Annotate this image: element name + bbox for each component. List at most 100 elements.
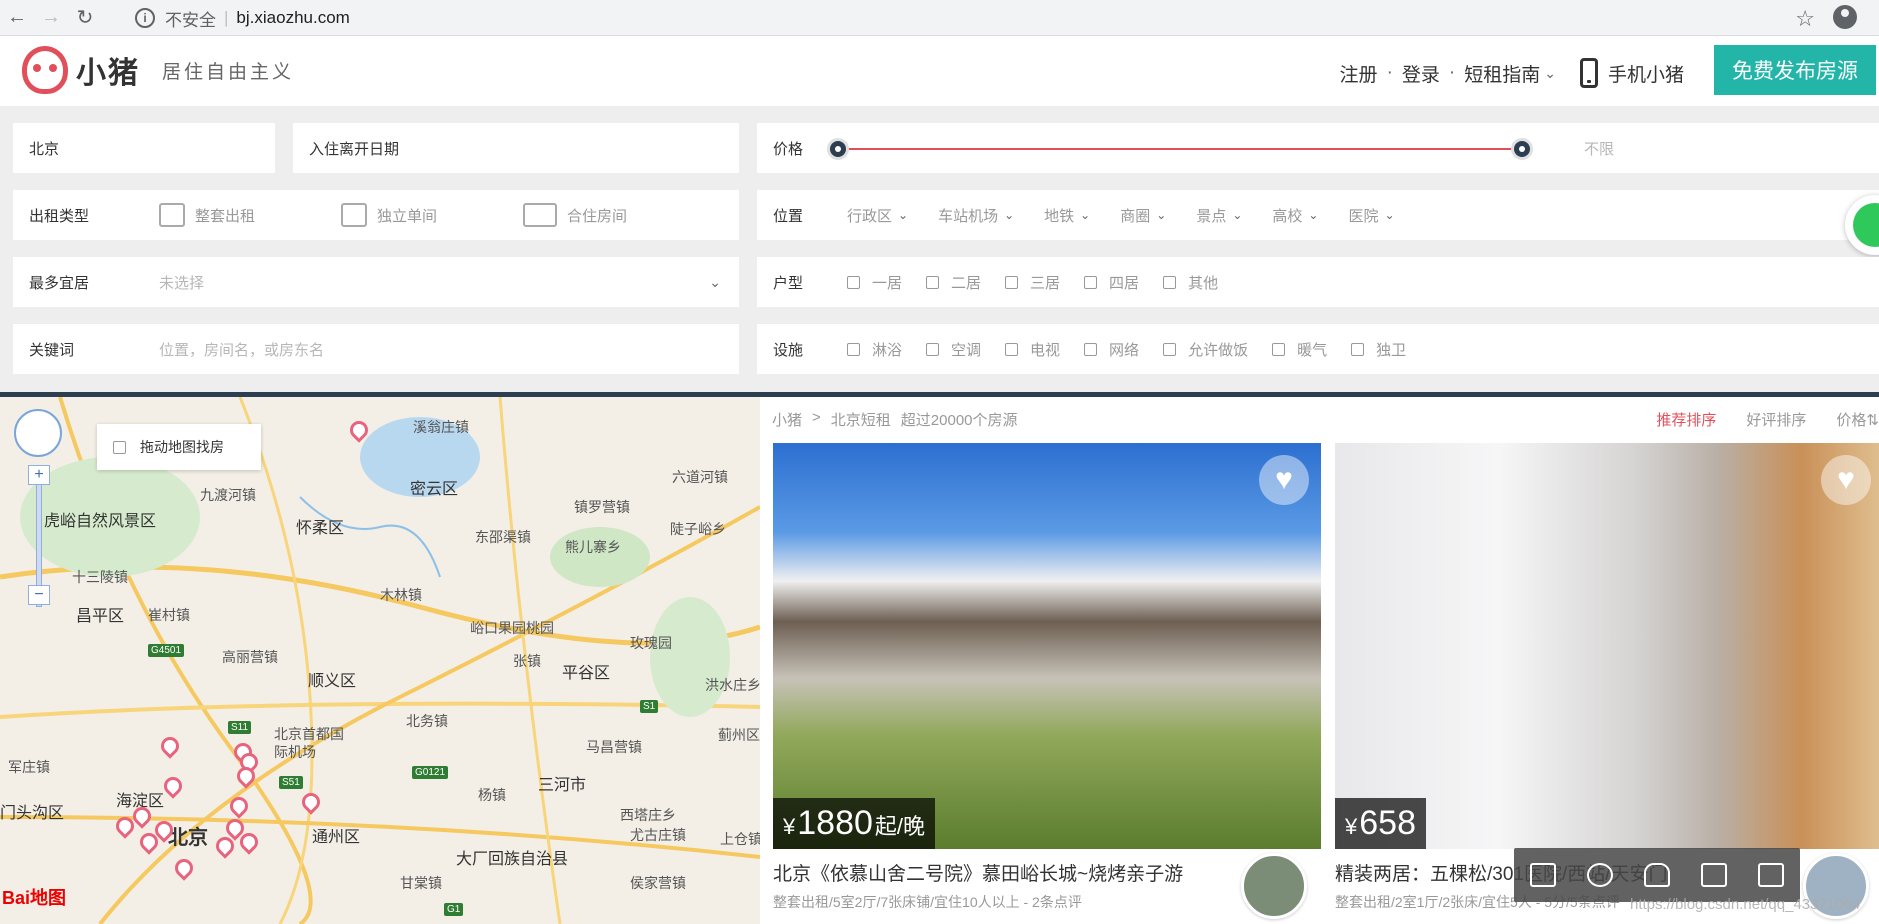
favorite-heart-icon[interactable]: ♥ xyxy=(1821,455,1871,505)
location-station[interactable]: 车站机场 ⌄ xyxy=(938,205,1014,226)
url-text[interactable]: bj.xiaozhu.com xyxy=(236,8,349,28)
location-district[interactable]: 行政区 ⌄ xyxy=(847,205,908,226)
location-sights[interactable]: 景点 ⌄ xyxy=(1196,205,1242,226)
rent-type-shared[interactable]: 合住房间 xyxy=(523,203,627,227)
facility-option[interactable]: 电视 xyxy=(1005,339,1060,360)
map-label: 通州区 xyxy=(312,829,361,846)
location-subway[interactable]: 地铁 ⌄ xyxy=(1044,205,1090,226)
checkbox[interactable] xyxy=(1272,342,1286,356)
listing-card[interactable]: ♥ ¥ 1880 起/晚 北京《依慕山舍二号院》慕田峪长城~烧烤亲子游 整套出租… xyxy=(773,443,1321,919)
layout-option[interactable]: 二居 xyxy=(926,272,981,293)
host-avatar[interactable] xyxy=(1241,853,1307,919)
zoom-in-button[interactable]: + xyxy=(28,465,50,485)
breadcrumb-home[interactable]: 小猪 xyxy=(772,409,802,430)
price-min-handle[interactable] xyxy=(827,138,849,160)
bell-icon[interactable] xyxy=(1643,863,1670,887)
site-logo[interactable]: 小猪 居住自由主义 xyxy=(22,46,294,94)
map-panel[interactable]: 溪翁庄镇 密云区 六道河镇 九渡河镇 镇罗营镇 怀柔区 虎峪自然风景区 东邵渠镇… xyxy=(0,397,760,924)
map-label: 木林镇 xyxy=(380,587,422,603)
road-badge: G0121 xyxy=(412,766,449,779)
address-bar[interactable]: i 不安全 | bj.xiaozhu.com xyxy=(135,3,1815,33)
facility-option-label: 暖气 xyxy=(1297,341,1328,359)
map-label: 洪水庄乡 xyxy=(705,677,760,693)
facility-option[interactable]: 空调 xyxy=(926,339,981,360)
keyword-field[interactable]: 关键词 位置，房间名，或房东名 xyxy=(13,324,739,374)
breadcrumb-city[interactable]: 北京短租 xyxy=(831,409,891,430)
sort-rating[interactable]: 好评排序 xyxy=(1746,409,1806,430)
feedback-icon[interactable] xyxy=(1586,863,1613,887)
favorite-heart-icon[interactable]: ♥ xyxy=(1259,455,1309,505)
layout-option[interactable]: 一居 xyxy=(847,272,902,293)
reload-icon[interactable]: ↻ xyxy=(68,4,102,32)
layout-option[interactable]: 三居 xyxy=(1005,272,1060,293)
register-link[interactable]: 注册 xyxy=(1340,60,1378,87)
facilities-filter: 设施 淋浴 空调 电视 网络 允许做饭 暖气 独卫 xyxy=(757,324,1879,374)
checkbox[interactable] xyxy=(1005,342,1019,356)
price-max-handle[interactable] xyxy=(1511,138,1533,160)
zoom-out-button[interactable]: − xyxy=(28,585,50,605)
rent-type-option-label: 合住房间 xyxy=(567,207,628,225)
drag-map-search-toggle[interactable]: 拖动地图找房 xyxy=(97,424,261,470)
checkbox[interactable] xyxy=(1084,275,1098,289)
edit-icon[interactable] xyxy=(1701,863,1728,887)
map-label: 平谷区 xyxy=(562,665,611,682)
facility-option[interactable]: 淋浴 xyxy=(847,339,902,360)
facility-option[interactable]: 独卫 xyxy=(1351,339,1406,360)
city-field[interactable]: 北京 xyxy=(13,123,275,173)
sort-recommended[interactable]: 推荐排序 xyxy=(1656,409,1716,430)
checkbox[interactable] xyxy=(926,275,940,289)
listing-title[interactable]: 北京《依慕山舍二号院》慕田峪长城~烧烤亲子游 xyxy=(773,859,1321,886)
checkbox[interactable] xyxy=(847,275,860,289)
map-label: 镇罗营镇 xyxy=(574,499,630,515)
sort-price[interactable]: 价格⇅ xyxy=(1836,409,1879,430)
date-field[interactable]: 入住离开日期 xyxy=(293,123,739,173)
map-label: 溪翁庄镇 xyxy=(413,419,469,435)
listing-photo[interactable]: ♥ ¥ 658 xyxy=(1335,443,1879,849)
layout-label: 户型 xyxy=(773,274,804,292)
back-icon[interactable]: ← xyxy=(0,4,34,32)
listing-photo[interactable]: ♥ ¥ 1880 起/晚 xyxy=(773,443,1321,849)
login-link[interactable]: 登录 xyxy=(1402,60,1440,87)
checkbox[interactable] xyxy=(847,342,860,356)
mobile-link[interactable]: 手机小猪 xyxy=(1579,58,1684,88)
checkbox[interactable] xyxy=(1351,342,1365,356)
checkbox[interactable] xyxy=(1005,275,1019,289)
chevron-down-icon[interactable]: ⌄ xyxy=(1544,65,1556,82)
info-icon[interactable]: i xyxy=(135,8,155,28)
location-hospital[interactable]: 医院 ⌄ xyxy=(1348,205,1394,226)
rent-type-private[interactable]: 独立单间 xyxy=(341,203,523,227)
guide-link[interactable]: 短租指南 xyxy=(1464,60,1540,87)
chevron-down-icon: ⌄ xyxy=(898,208,909,222)
publish-listing-button[interactable]: 免费发布房源 xyxy=(1714,45,1876,95)
max-guests-filter[interactable]: 最多宜居 未选择 ⌄ xyxy=(13,257,739,307)
facility-option[interactable]: 允许做饭 xyxy=(1163,339,1248,360)
listing-meta: 整套出租/5室2厅/7张床铺/宜住10人以上 - 2条点评 xyxy=(773,894,1082,910)
checkbox[interactable] xyxy=(1163,342,1177,356)
facility-option[interactable]: 网络 xyxy=(1084,339,1139,360)
layout-option-label: 三居 xyxy=(1030,274,1061,292)
checkbox[interactable] xyxy=(1084,342,1098,356)
listing-card[interactable]: ♥ ¥ 658 精装两居：五棵松/301医院/西站/天安门 整套出租/2室1厅/… xyxy=(1335,443,1879,919)
chat-icon[interactable] xyxy=(1529,863,1556,887)
facility-option[interactable]: 暖气 xyxy=(1272,339,1327,360)
account-icon[interactable] xyxy=(1833,5,1857,29)
facility-option-label: 网络 xyxy=(1109,341,1140,359)
map-pan-control[interactable] xyxy=(14,409,62,457)
checkbox[interactable] xyxy=(1163,275,1177,289)
checkbox[interactable] xyxy=(113,440,126,454)
layout-option[interactable]: 其他 xyxy=(1163,272,1218,293)
forward-icon[interactable]: → xyxy=(34,4,68,32)
price-slider-track[interactable] xyxy=(838,148,1523,150)
qr-code-icon[interactable] xyxy=(1758,863,1785,887)
currency-symbol: ¥ xyxy=(783,814,796,839)
layout-option[interactable]: 四居 xyxy=(1084,272,1139,293)
baidu-map-logo: Bai地图 xyxy=(2,888,67,908)
bookmark-star-icon[interactable]: ☆ xyxy=(1795,6,1815,32)
map-label: 上仓镇 xyxy=(720,831,760,847)
chevron-down-icon: ⌄ xyxy=(1156,208,1167,222)
map-label: 北务镇 xyxy=(406,713,448,729)
location-business[interactable]: 商圈 ⌄ xyxy=(1120,205,1166,226)
rent-type-whole[interactable]: 整套出租 xyxy=(159,203,341,227)
checkbox[interactable] xyxy=(926,342,940,356)
location-college[interactable]: 高校 ⌄ xyxy=(1272,205,1318,226)
